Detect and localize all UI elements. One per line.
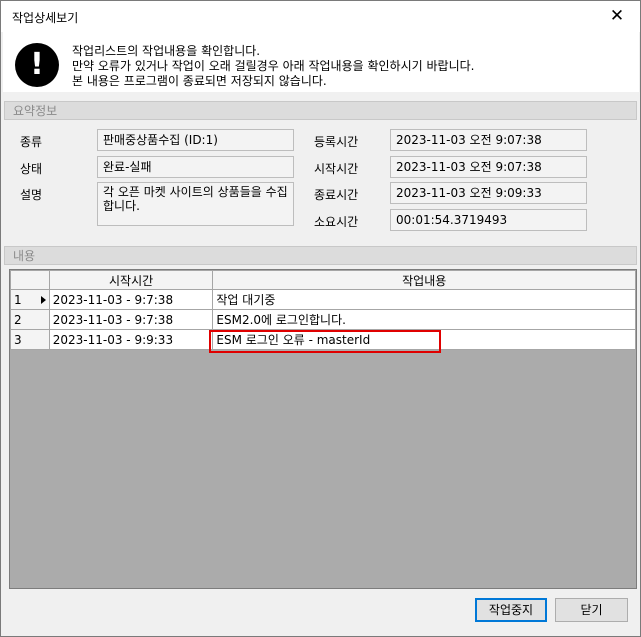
- title-bar: 작업상세보기 ✕: [1, 1, 640, 32]
- description-label: 설명: [20, 188, 43, 202]
- row-number: 3: [10, 329, 50, 350]
- type-field: 판매중상품수집 (ID:1): [97, 129, 294, 151]
- start-time-field: 2023-11-03 오전 9:07:38: [390, 156, 587, 178]
- exclamation-icon: !: [15, 43, 59, 87]
- table-header-row: 시작시간 작업내용: [10, 270, 636, 290]
- content-section-header: 내용: [4, 246, 637, 265]
- table-row[interactable]: 1 2023-11-03 - 9:7:38 작업 대기중: [10, 289, 636, 310]
- type-label: 종류: [20, 135, 43, 149]
- banner-line-3: 본 내용은 프로그램이 종료되면 저장되지 않습니다.: [72, 74, 327, 88]
- row-number: 2: [10, 309, 50, 330]
- status-label: 상태: [20, 162, 43, 176]
- window-title: 작업상세보기: [12, 11, 79, 25]
- current-row-arrow-icon: [41, 296, 46, 304]
- registered-time-field: 2023-11-03 오전 9:07:38: [390, 129, 587, 151]
- stop-task-button[interactable]: 작업중지: [475, 598, 547, 622]
- row-start-time[interactable]: 2023-11-03 - 9:9:33: [48, 329, 214, 350]
- log-grid[interactable]: 시작시간 작업내용 1 2023-11-03 - 9:7:38 작업 대기중 2…: [9, 269, 637, 589]
- column-header-task-content[interactable]: 작업내용: [212, 270, 636, 290]
- end-time-label: 종료시간: [314, 188, 359, 202]
- table-row[interactable]: 2 2023-11-03 - 9:7:38 ESM2.0에 로그인합니다.: [10, 309, 636, 330]
- column-header-start-time[interactable]: 시작시간: [48, 270, 214, 290]
- end-time-field: 2023-11-03 오전 9:09:33: [390, 182, 587, 204]
- registered-time-label: 등록시간: [314, 135, 359, 149]
- row-task-content[interactable]: 작업 대기중: [212, 289, 636, 310]
- summary-section-header: 요약정보: [4, 101, 637, 120]
- dialog-window: 작업상세보기 ✕ ! 작업리스트의 작업내용을 확인합니다. 만약 오류가 있거…: [0, 0, 641, 637]
- row-task-content[interactable]: ESM2.0에 로그인합니다.: [212, 309, 636, 330]
- elapsed-time-label: 소요시간: [314, 215, 359, 229]
- row-start-time[interactable]: 2023-11-03 - 9:7:38: [48, 289, 214, 310]
- close-button[interactable]: 닫기: [555, 598, 628, 622]
- status-field: 완료-실패: [97, 156, 294, 178]
- error-highlight-box: [209, 330, 441, 353]
- row-number: 1: [10, 289, 50, 310]
- close-icon[interactable]: ✕: [594, 1, 640, 32]
- elapsed-time-field: 00:01:54.3719493: [390, 209, 587, 231]
- description-field: 각 오픈 마켓 사이트의 상품들을 수집합니다.: [97, 182, 294, 226]
- row-start-time[interactable]: 2023-11-03 - 9:7:38: [48, 309, 214, 330]
- start-time-label: 시작시간: [314, 162, 359, 176]
- row-header-corner: [10, 270, 50, 290]
